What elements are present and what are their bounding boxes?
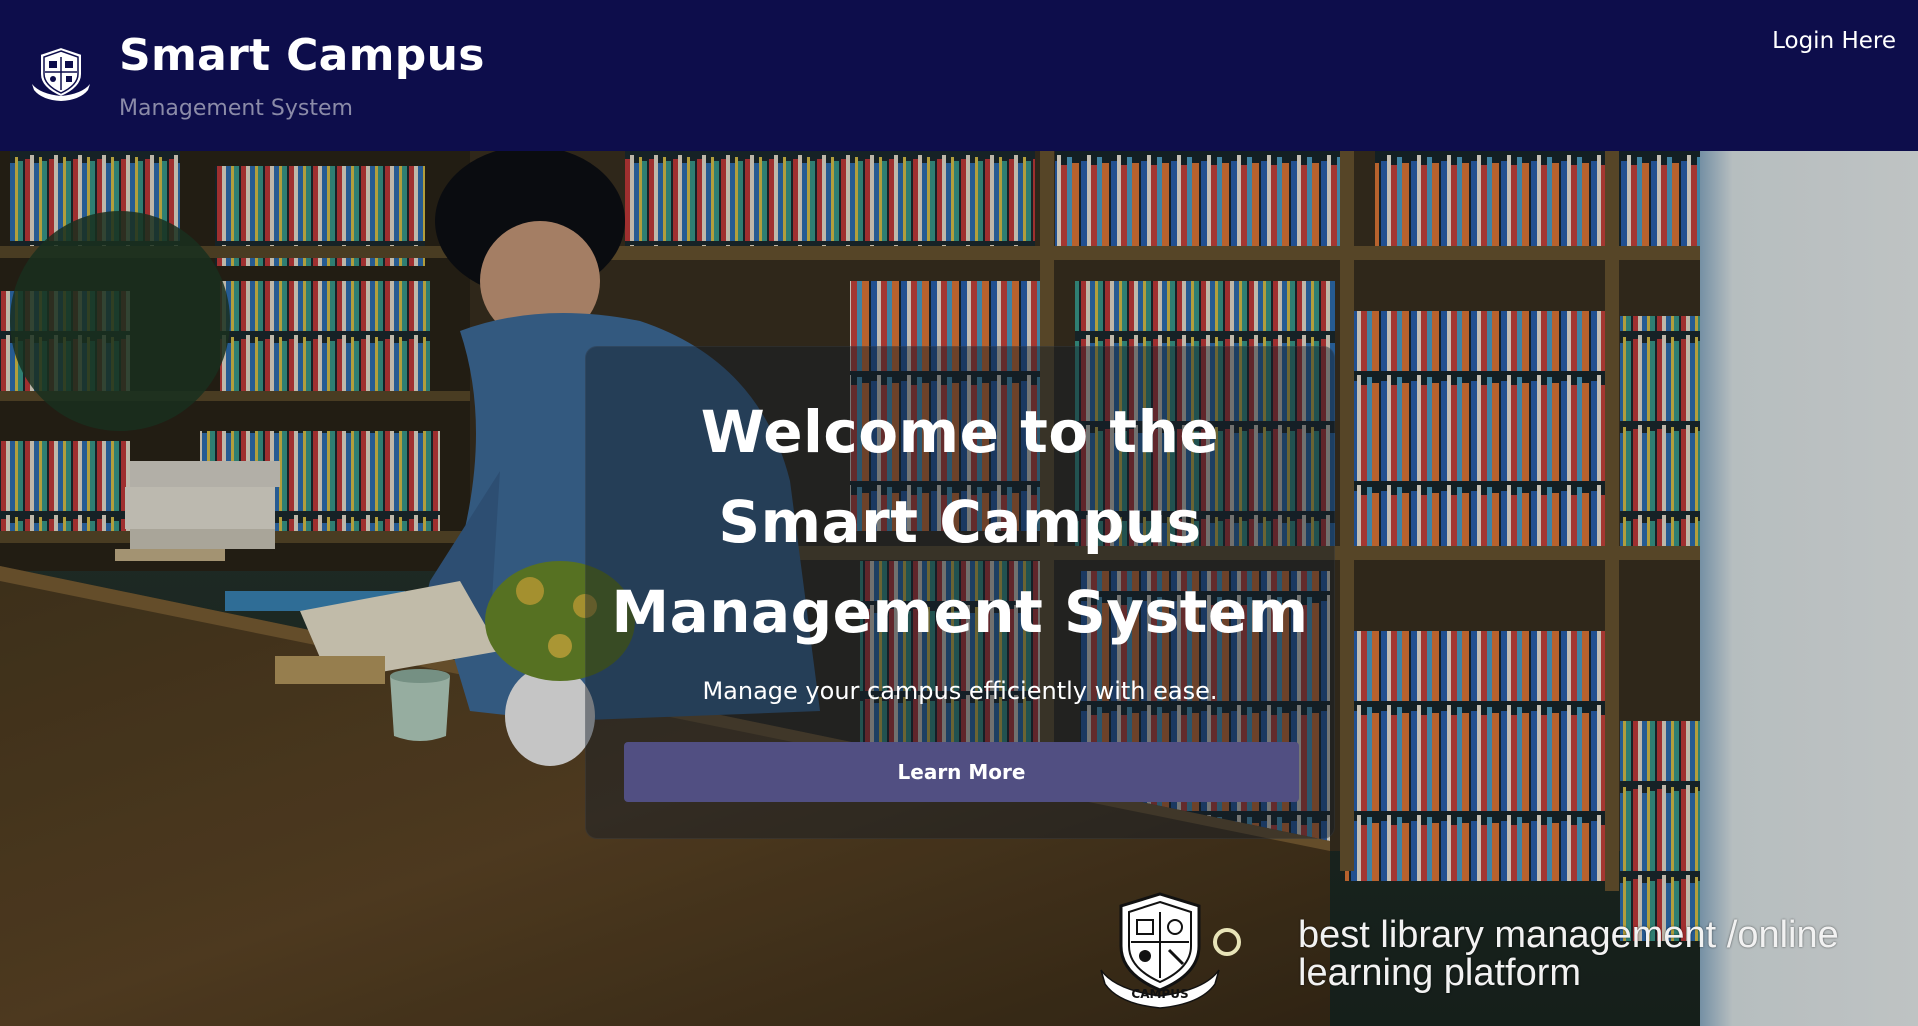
top-navbar: Smart Campus Management System Login Her…	[0, 0, 1918, 151]
watermark-line-1: best library management /online	[1298, 914, 1839, 956]
campus-crest-icon: CAMPUS	[1100, 892, 1220, 1009]
login-link[interactable]: Login Here	[1772, 28, 1896, 54]
hero-title-line-1: Welcome to the	[700, 398, 1220, 466]
watermark-text: best library management /online learning…	[1298, 916, 1898, 992]
watermark-line-2: learning platform	[1298, 952, 1582, 994]
brand-subtitle: Management System	[119, 96, 353, 121]
crest-banner-text: CAMPUS	[1131, 987, 1188, 1001]
hero-subtitle: Manage your campus efficiently with ease…	[702, 677, 1218, 705]
hero-title: Welcome to the Smart Campus Management S…	[586, 387, 1334, 657]
hero-card: Welcome to the Smart Campus Management S…	[585, 346, 1335, 839]
ring-icon	[1213, 928, 1241, 956]
campus-crest-icon[interactable]	[30, 44, 92, 102]
hero-title-line-3: Management System	[611, 578, 1309, 646]
learn-more-button[interactable]: Learn More	[624, 742, 1299, 802]
hero-title-line-2: Smart Campus	[718, 488, 1202, 556]
brand-title: Smart Campus	[119, 30, 485, 81]
video-watermark: CAMPUS best library management /online l…	[1095, 886, 1895, 1016]
hero-section: Welcome to the Smart Campus Management S…	[0, 151, 1918, 1026]
